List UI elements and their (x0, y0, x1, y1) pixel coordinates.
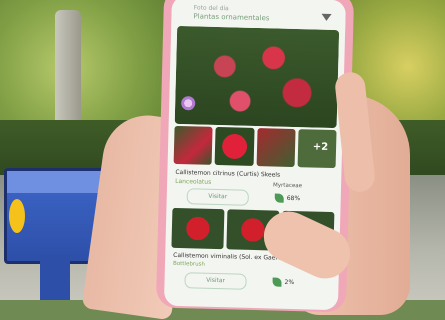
result-2-score: 2% (284, 278, 295, 287)
header-title: Plantas ornamentales (193, 12, 270, 23)
more-count-badge: +2 (312, 141, 329, 153)
thumbnail[interactable] (214, 126, 255, 166)
bench-top (7, 171, 112, 193)
thumbnail[interactable] (171, 207, 225, 250)
header-subtitle: Foto del día (193, 4, 229, 13)
thumbnail[interactable] (173, 125, 213, 165)
result-1-family: Lanceolatus (175, 177, 212, 186)
result-1-name: Callistemon citrinus (Curtis) Skeels (175, 168, 281, 179)
thumbnail-more[interactable]: +2 (297, 129, 337, 169)
result-2-family: Bottlebrush (172, 260, 206, 268)
small-flower-icon (181, 96, 196, 111)
leaf-icon (274, 193, 284, 203)
leaf-icon (272, 277, 282, 287)
bench-leg (40, 255, 70, 300)
thumbnail-row-1: +2 (173, 125, 337, 169)
hero-flower-photo[interactable] (174, 25, 340, 129)
bench-sun-painting (9, 199, 25, 233)
result-2-visit-button[interactable]: Visitar (184, 272, 247, 290)
filter-icon[interactable] (321, 13, 332, 21)
result-1-tag: Myrtaceae (272, 182, 303, 190)
thumbnail[interactable] (256, 128, 296, 168)
result-1-score: 68% (286, 194, 301, 203)
result-1-visit-button[interactable]: Visitar (186, 188, 249, 206)
